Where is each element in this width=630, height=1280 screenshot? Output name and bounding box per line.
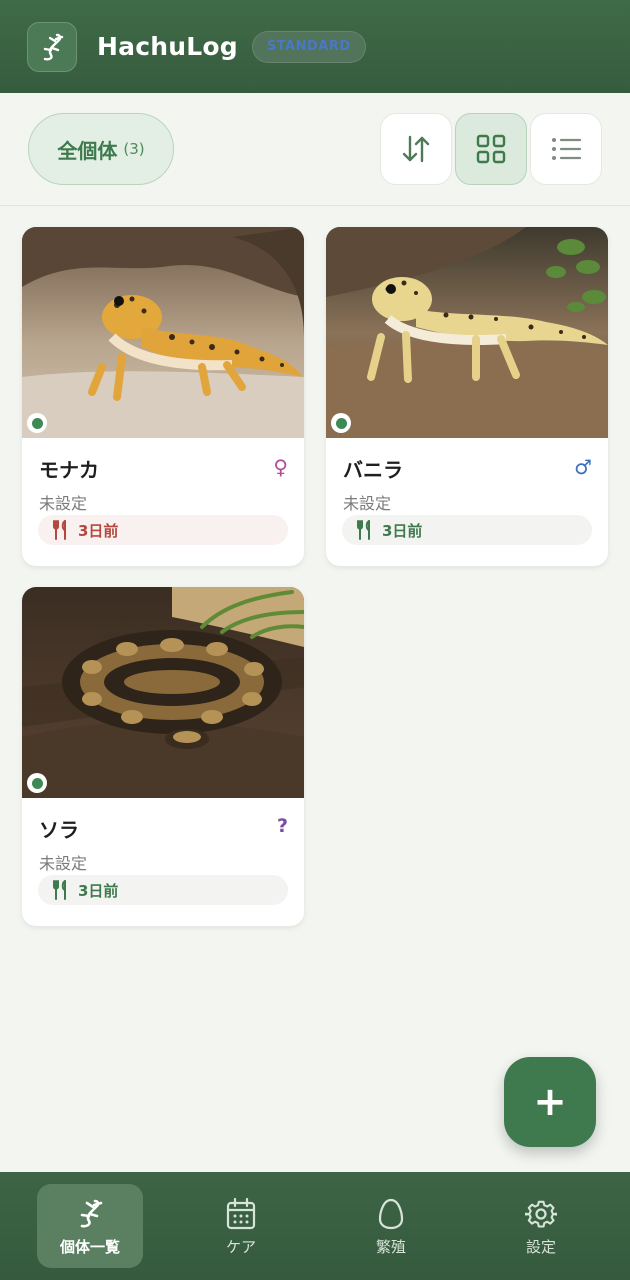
plan-badge: STANDARD [251, 30, 366, 63]
leopard-gecko-photo [326, 227, 608, 438]
fork-knife-icon [53, 880, 66, 900]
leopard-gecko-photo [22, 227, 304, 438]
app-logo [27, 21, 77, 72]
animal-card[interactable]: バニラ ♂ 未設定 3日前 [326, 227, 608, 566]
last-fed-text: 3日前 [78, 521, 119, 540]
animal-name: バニラ [343, 458, 403, 482]
unknown-sex-icon: ? [276, 815, 288, 837]
fork-knife-icon [357, 520, 370, 540]
filter-chip-count: (3) [123, 140, 145, 158]
animal-card[interactable]: モナカ ♀ 未設定 3日前 [22, 227, 304, 566]
gecko-logo-icon [43, 33, 64, 60]
animal-photo [22, 587, 304, 798]
fork-knife-icon [53, 520, 66, 540]
animal-name: モナカ [39, 458, 99, 482]
status-indicator [331, 413, 351, 433]
animal-morph: 未設定 [39, 854, 88, 873]
plus-icon: + [533, 1079, 567, 1125]
status-indicator [27, 773, 47, 793]
bottom-navigation: 個体一覧 ケア 繁殖 設定 [0, 1172, 630, 1280]
filter-bar: 全個体 (3) [0, 93, 630, 206]
animal-photo [326, 227, 608, 438]
grid-view-button[interactable] [455, 113, 527, 185]
gecko-icon [80, 1199, 103, 1227]
nav-item-care[interactable]: ケア [188, 1184, 294, 1268]
nav-item-settings[interactable]: 設定 [488, 1184, 594, 1268]
gear-icon [525, 1200, 557, 1228]
filter-chip-label: 全個体 [57, 138, 118, 163]
grid-icon [476, 134, 506, 164]
list-view-button[interactable] [530, 113, 602, 185]
animal-card[interactable]: ソラ ? 未設定 3日前 [22, 587, 304, 926]
status-indicator [27, 413, 47, 433]
animal-morph: 未設定 [39, 494, 88, 513]
add-animal-button[interactable]: + [504, 1057, 596, 1147]
animal-name: ソラ [39, 818, 79, 842]
nav-label: 個体一覧 [59, 1237, 120, 1256]
nav-item-breeding[interactable]: 繁殖 [338, 1184, 444, 1268]
app-title: HachuLog [97, 32, 238, 61]
last-fed-pill: 3日前 [38, 515, 288, 545]
egg-icon [378, 1198, 404, 1229]
animal-photo [22, 227, 304, 438]
animal-morph: 未設定 [343, 494, 392, 513]
last-fed-text: 3日前 [78, 881, 119, 900]
sort-button[interactable] [380, 113, 452, 185]
last-fed-pill: 3日前 [38, 875, 288, 905]
list-icon [552, 138, 582, 160]
last-fed-text: 3日前 [382, 521, 423, 540]
nav-label: ケア [225, 1237, 256, 1256]
calendar-icon [226, 1197, 256, 1229]
female-icon: ♀ [273, 455, 288, 479]
nav-label: 繁殖 [375, 1237, 406, 1256]
ball-python-photo [22, 587, 304, 798]
filter-chip-all[interactable]: 全個体 (3) [28, 113, 174, 185]
sort-icon [402, 135, 430, 163]
last-fed-pill: 3日前 [342, 515, 592, 545]
nav-label: 設定 [525, 1237, 556, 1256]
nav-item-animals[interactable]: 個体一覧 [37, 1184, 143, 1268]
male-icon: ♂ [574, 455, 592, 479]
app-header: HachuLog STANDARD [0, 0, 630, 93]
